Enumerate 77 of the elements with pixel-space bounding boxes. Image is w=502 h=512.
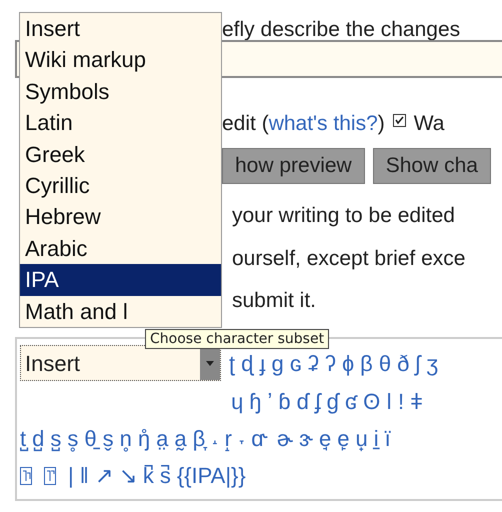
character-link[interactable]: ʈ: [229, 346, 236, 380]
character-link[interactable]: s̚: [160, 459, 171, 492]
character-link[interactable]: ɑ˞: [251, 422, 271, 455]
character-link[interactable]: ɸ: [342, 346, 354, 380]
dropdown-option[interactable]: Hebrew: [20, 201, 221, 233]
character-link[interactable]: ʘ: [363, 385, 380, 418]
character-link[interactable]: r̝: [224, 422, 232, 455]
character-link[interactable]: ɠ: [326, 385, 339, 418]
character-link[interactable]: ɚ: [276, 422, 294, 455]
character-link[interactable]: ɖ: [241, 346, 254, 380]
character-link[interactable]: ↗: [94, 459, 113, 492]
character-link[interactable]: t̺: [20, 422, 26, 455]
character-link[interactable]: ɡ: [272, 346, 284, 380]
character-link[interactable]: n̥: [120, 422, 132, 455]
character-link[interactable]: β̞: [192, 422, 206, 455]
character-link[interactable]: ʄ: [314, 385, 321, 418]
tooltip: Choose character subset: [145, 329, 330, 349]
character-link[interactable]: ð: [397, 346, 410, 380]
help-link[interactable]: what's this?: [268, 112, 378, 135]
character-link[interactable]: ɧ: [249, 385, 262, 418]
character-link[interactable]: ʔ: [325, 346, 336, 380]
character-link[interactable]: θ: [378, 346, 392, 380]
notice-text: submit it.: [232, 288, 318, 314]
character-link[interactable]: β: [360, 346, 373, 380]
tone-letter-icon[interactable]: [44, 466, 56, 484]
tone-letter-icon[interactable]: [20, 466, 32, 484]
character-link[interactable]: ʛ: [344, 385, 358, 418]
character-link[interactable]: s̺: [50, 422, 62, 455]
character-link[interactable]: ↘: [118, 459, 137, 492]
preview-button[interactable]: how preview: [222, 148, 365, 184]
notice-text: your writing to be edited: [232, 203, 456, 229]
character-link[interactable]: k̚: [142, 459, 154, 492]
character-link[interactable]: a̰: [174, 422, 187, 455]
dropdown-option[interactable]: Wiki markup: [20, 44, 221, 76]
character-link[interactable]: ‖: [80, 459, 89, 492]
summary-label: efly describe the changes: [222, 18, 460, 41]
changes-button[interactable]: Show cha: [372, 148, 491, 184]
dropdown-option[interactable]: Insert: [20, 13, 221, 44]
character-link[interactable]: ï: [384, 422, 391, 455]
character-link[interactable]: s̬: [102, 422, 114, 455]
character-link[interactable]: ŋ̊: [138, 422, 150, 455]
character-link[interactable]: ǂ: [410, 385, 423, 418]
character-link[interactable]: a̤: [156, 422, 168, 455]
dropdown-option[interactable]: Latin: [20, 107, 221, 139]
notice-text: ourself, except brief exce: [232, 246, 466, 272]
character-link[interactable]: u̟: [355, 422, 368, 455]
character-link[interactable]: ʼ: [268, 385, 272, 418]
subset-select[interactable]: Insert: [20, 345, 221, 381]
character-link[interactable]: ɢ: [290, 346, 302, 380]
dropdown-option[interactable]: Symbols: [20, 76, 221, 108]
character-link[interactable]: ˕: [238, 422, 246, 455]
watch-checkbox[interactable]: [392, 114, 406, 127]
dropdown-option[interactable]: Math and l: [20, 296, 221, 327]
character-link[interactable]: {{IPA|}}: [176, 459, 246, 492]
character-link[interactable]: ǀ: [386, 385, 392, 418]
character-link[interactable]: ɝ: [299, 422, 313, 455]
dropdown-option[interactable]: Cyrillic: [20, 170, 221, 202]
character-link[interactable]: ǃ: [398, 385, 404, 418]
character-link[interactable]: e̙: [337, 422, 350, 455]
character-link[interactable]: |: [68, 459, 74, 492]
dropdown-option[interactable]: Greek: [20, 138, 221, 170]
character-link[interactable]: e̘: [318, 422, 332, 455]
character-link[interactable]: s̥: [67, 422, 78, 455]
character-link[interactable]: ʒ: [426, 346, 438, 380]
character-link[interactable]: i̠: [374, 422, 379, 455]
watch-label: Wa: [414, 111, 444, 137]
character-link[interactable]: ʡ: [308, 346, 320, 380]
character-link[interactable]: ɓ: [278, 385, 291, 418]
dropdown-option[interactable]: IPA: [20, 264, 221, 296]
character-link[interactable]: ʃ: [415, 346, 420, 380]
character-link[interactable]: d̺: [32, 422, 44, 455]
character-link[interactable]: ɟ: [259, 346, 266, 380]
dropdown-option[interactable]: Arabic: [20, 232, 221, 264]
character-link[interactable]: ɗ: [296, 385, 309, 418]
character-link[interactable]: ˔: [211, 422, 219, 455]
minor-edit-label: edit (what's this?): [222, 111, 385, 137]
character-link[interactable]: ɥ: [231, 385, 244, 418]
